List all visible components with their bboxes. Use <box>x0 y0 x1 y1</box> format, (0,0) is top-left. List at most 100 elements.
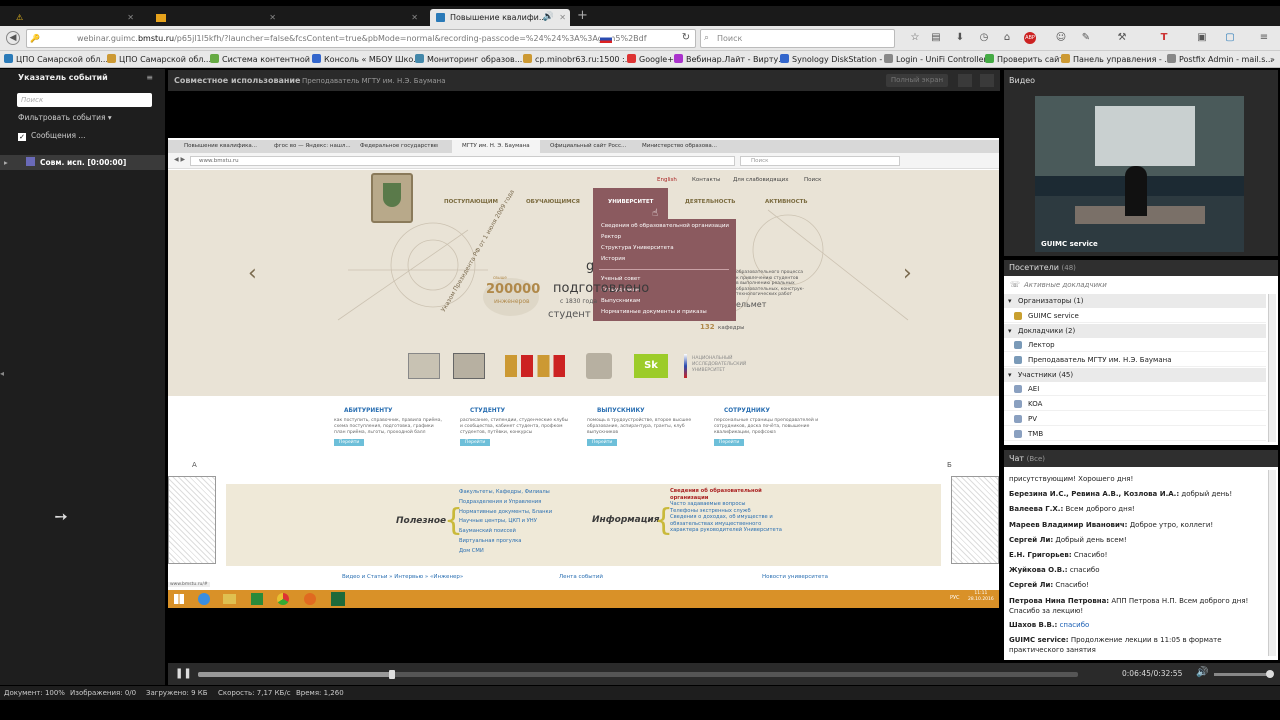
bookmark-item[interactable]: cp.minobr63.ru:1500 :... <box>523 53 632 66</box>
browser-nav-bar: ◀ webinar.guimc.bmstu.ru/p65jl1l5kfh/?la… <box>0 26 1280 51</box>
hero-letter-g: g <box>586 259 595 274</box>
attendee-row[interactable]: AEI <box>1004 382 1266 396</box>
playback-time: 0:06:45/0:32:55 <box>1122 669 1183 678</box>
filter-dropdown[interactable]: Фильтровать события ▾ <box>18 113 112 122</box>
speaker-icon[interactable]: 🔊 <box>543 9 554 26</box>
bookmark-item[interactable]: Панель управления - ... <box>1061 53 1172 66</box>
attendee-row[interactable]: Лектор <box>1004 338 1266 352</box>
bookmark-item[interactable]: Система контентной ... <box>210 53 320 66</box>
tools-icon[interactable]: ⚒ <box>1116 32 1128 44</box>
event-search-input[interactable]: Поиск <box>17 93 152 107</box>
blueprint-left <box>168 476 216 564</box>
attendee-row[interactable]: Преподаватель МГТУ им. Н.Э. Баумана <box>1004 353 1266 367</box>
reload-icon[interactable]: ↻ <box>680 32 692 44</box>
volume-icon[interactable]: 🔊 <box>1196 667 1208 678</box>
bookmark-label: cp.minobr63.ru:1500 :... <box>535 55 633 64</box>
quick-applicant: АБИТУРИЕНТУ как поступить, справочник, п… <box>334 408 444 446</box>
menu-icon[interactable]: ≡ <box>1258 32 1270 44</box>
bookmark-item[interactable]: Проверить сайт <box>985 53 1064 66</box>
tree-item-share[interactable]: ▸ Совм. исп. [0:00:00] <box>0 155 165 170</box>
bookmark-item[interactable]: Консоль « МБОУ Шко... <box>312 53 421 66</box>
bookmark-favicon-icon <box>107 54 116 63</box>
browser-tab-gmail[interactable]: ✕ <box>150 9 280 26</box>
attendee-row[interactable]: TMB <box>1004 427 1266 441</box>
group-label: Участники (45) <box>1018 371 1074 379</box>
share-title: Совместное использование <box>174 76 301 85</box>
progress-track[interactable] <box>198 670 1078 679</box>
smile-icon[interactable]: ☺ <box>1055 32 1067 44</box>
bookmark-label: Postfix Admin - mail.s... <box>1179 55 1274 64</box>
shared-nav-bar: ◀ ▶ www.bmstu.ru Поиск <box>168 153 999 169</box>
attendee-row[interactable]: GUIMC service <box>1004 309 1266 323</box>
pause-icon[interactable]: ❚❚ <box>175 668 192 679</box>
bookmark-item[interactable]: ЦПО Самарской обл... <box>4 53 108 66</box>
useful-link: Нормативные документы, Бланки <box>459 508 553 515</box>
browser-tab-active[interactable]: Повышение квалифи... 🔊 ✕ <box>430 9 570 26</box>
adblock-icon[interactable]: ABP <box>1024 32 1036 44</box>
hero-count: 200000 <box>486 282 541 297</box>
browser-tab-blank[interactable]: ✕ <box>292 9 422 26</box>
lock-icon[interactable]: 🔑 <box>30 34 40 43</box>
collapse-handle-icon[interactable]: ◂ <box>0 369 4 378</box>
bookmark-item[interactable]: Login - UniFi Controller <box>884 53 987 66</box>
screenshot-icon[interactable]: ▢ <box>1224 32 1236 44</box>
status-speed: Скорость: 7,17 КБ/с <box>218 689 291 697</box>
chat-scrollbar[interactable] <box>1268 470 1276 656</box>
group-speakers[interactable]: ▾ Докладчики (2) <box>1004 324 1266 338</box>
tray-clock: 11:11 28.10.2016 <box>968 591 994 603</box>
fullscreen-button[interactable]: Полный экран <box>886 74 948 87</box>
tray-date: 28.10.2016 <box>968 597 994 602</box>
home-icon[interactable]: ⌂ <box>1001 32 1013 44</box>
translate-icon[interactable]: T <box>1158 32 1170 44</box>
marker-b: Б <box>947 461 952 469</box>
close-icon[interactable]: ✕ <box>411 9 418 26</box>
download-icon[interactable]: ⬇ <box>954 32 966 44</box>
useful-link: Научные центры, ЦКП и УНУ <box>459 518 537 525</box>
attendee-row[interactable]: KOA <box>1004 397 1266 411</box>
shared-search: Поиск <box>740 156 900 166</box>
expand-icon[interactable]: ▸ <box>4 155 8 170</box>
volume-handle[interactable] <box>1266 670 1274 678</box>
bookmarks-overflow-icon[interactable]: » <box>1270 53 1275 66</box>
shared-tab: Федеральное государствен... <box>360 143 438 149</box>
bookmark-label: Мониторинг образов... <box>427 55 523 64</box>
bookmark-item[interactable]: ЦПО Самарской обл... <box>107 53 211 66</box>
group-organizers[interactable]: ▾ Организаторы (1) <box>1004 294 1266 308</box>
close-icon[interactable]: ✕ <box>127 9 134 26</box>
pod-menu-icon[interactable] <box>980 74 994 87</box>
messages-checkbox[interactable]: ✓ Сообщения ... <box>18 131 86 141</box>
close-icon[interactable]: ✕ <box>559 9 566 26</box>
browser-tab-warning[interactable]: ⚠ ✕ <box>8 9 138 26</box>
attendee-row[interactable]: PV <box>1004 412 1266 426</box>
bookmark-item[interactable]: Мониторинг образов... <box>415 53 522 66</box>
layout-icon[interactable] <box>958 74 972 87</box>
shared-tab: МГТУ им. Н. Э. Баумана <box>452 140 540 153</box>
new-tab-icon[interactable]: + <box>577 8 588 23</box>
shared-status-url: www.bmstu.ru/# <box>168 582 210 587</box>
close-icon[interactable]: ✕ <box>269 9 276 26</box>
bookmarks-bar: ЦПО Самарской обл... ЦПО Самарской обл...… <box>0 51 1280 68</box>
quick-button: Перейти <box>714 439 745 446</box>
attendees-scrollbar[interactable] <box>1268 294 1276 442</box>
reading-list-icon[interactable]: ▤ <box>930 32 942 44</box>
progress-handle[interactable] <box>388 670 395 679</box>
useful-link: Дом СМИ <box>459 547 484 554</box>
excel-icon <box>251 593 263 605</box>
history-icon[interactable]: ◷ <box>978 32 990 44</box>
group-participants[interactable]: ▾ Участники (45) <box>1004 368 1266 382</box>
bookmark-item[interactable]: Postfix Admin - mail.s... <box>1167 53 1273 66</box>
volume-slider[interactable] <box>1214 673 1270 676</box>
url-input[interactable]: webinar.guimc.bmstu.ru/p65jl1l5kfh/?laun… <box>26 29 696 48</box>
info-links: Сведения об образовательной организации … <box>670 488 790 534</box>
window-icon[interactable]: ▣ <box>1196 32 1208 44</box>
bookmark-item[interactable]: Synology DiskStation - ... <box>780 53 892 66</box>
panel-menu-icon[interactable]: ≡ <box>146 73 153 82</box>
search-input[interactable]: Поиск <box>700 29 895 48</box>
bookmark-item[interactable]: Google+ <box>627 53 674 66</box>
share-pod-header: Совместное использование Преподаватель М… <box>168 70 1000 91</box>
back-icon[interactable]: ◀ <box>6 31 20 45</box>
pen-icon[interactable]: ✎ <box>1080 32 1092 44</box>
quick-title: СОТРУДНИКУ <box>724 408 770 414</box>
bookmark-item[interactable]: Вебинар.Лайт - Вирту... <box>674 53 786 66</box>
star-icon[interactable]: ☆ <box>909 32 921 44</box>
